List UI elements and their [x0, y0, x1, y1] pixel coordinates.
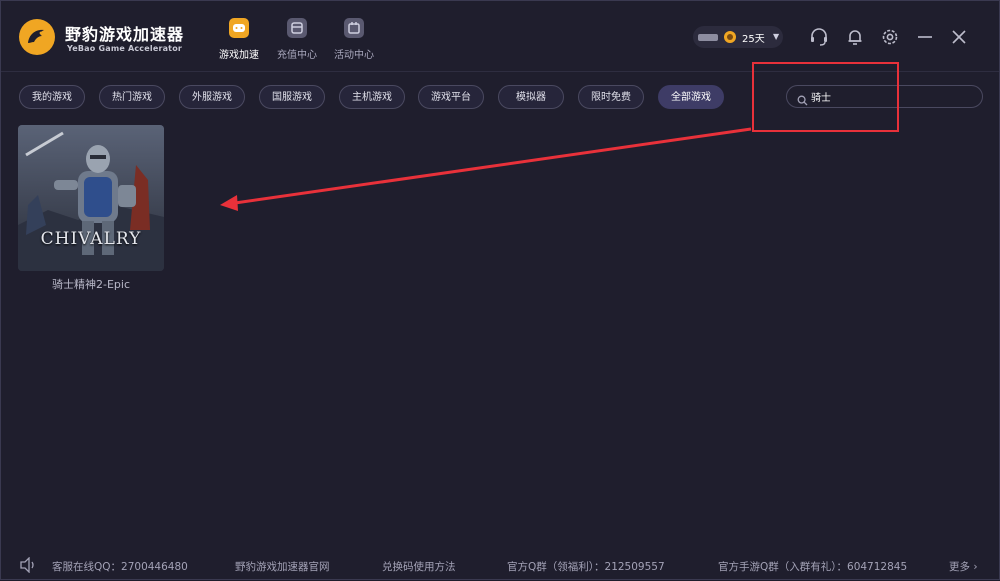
more-link[interactable]: 更多 ›: [949, 559, 978, 574]
tab-recharge[interactable]: 充值中心: [272, 15, 322, 63]
bell-icon[interactable]: [843, 25, 867, 49]
avatar: [698, 34, 718, 41]
official-site-link[interactable]: 野豹游戏加速器官网: [235, 559, 330, 574]
vip-icon: [724, 31, 736, 43]
speaker-icon[interactable]: [19, 556, 37, 576]
app-window: 野豹游戏加速器 YeBao Game Accelerator 游戏加速 充值中心…: [0, 0, 1000, 580]
more-label: 更多: [949, 561, 970, 573]
filter-free[interactable]: 限时免费: [578, 85, 644, 109]
headset-icon[interactable]: [807, 25, 831, 49]
app-title: 野豹游戏加速器: [65, 25, 185, 44]
app-subtitle: YeBao Game Accelerator: [67, 44, 183, 53]
gear-icon[interactable]: [878, 25, 902, 49]
game-title: 骑士精神2-Epic: [51, 278, 130, 291]
app-logo: [19, 19, 55, 55]
footer: 客服在线QQ：2700446480 野豹游戏加速器官网 兑换码使用方法 官方Q群…: [1, 555, 999, 579]
game-cover-image: CHIVALRY: [18, 125, 164, 271]
redeem-code-link[interactable]: 兑换码使用方法: [382, 559, 456, 574]
game-card[interactable]: CHIVALRY 骑士精神2-Epic: [18, 125, 164, 295]
filter-cn-games[interactable]: 国服游戏: [259, 85, 325, 109]
tab-game-boost[interactable]: 游戏加速: [214, 15, 264, 63]
wallet-icon: [287, 18, 307, 38]
tab-label: 活动中心: [334, 50, 374, 61]
tab-label: 游戏加速: [219, 50, 259, 61]
service-qq: 客服在线QQ：2700446480: [52, 561, 188, 573]
filter-emulators[interactable]: 模拟器: [498, 85, 564, 109]
filter-hot-games[interactable]: 热门游戏: [99, 85, 165, 109]
user-account-dropdown[interactable]: 25天 ▼: [693, 26, 783, 48]
official-qq-group: 官方Q群（领福利）：212509557: [507, 561, 665, 573]
minimize-icon[interactable]: [913, 25, 937, 49]
annotation-highlight-box: [752, 62, 899, 132]
game-cover-title: CHIVALRY: [40, 229, 142, 249]
mobile-qq-group: 官方手游Q群（入群有礼）：604712845: [718, 561, 908, 573]
filter-all-games[interactable]: 全部游戏: [658, 85, 724, 109]
chevron-right-icon: ›: [973, 561, 978, 573]
calendar-icon: [344, 18, 364, 38]
vip-days: 25天: [742, 34, 765, 45]
filter-my-games[interactable]: 我的游戏: [19, 85, 85, 109]
filter-overseas-games[interactable]: 外服游戏: [179, 85, 245, 109]
tab-events[interactable]: 活动中心: [329, 15, 379, 63]
filter-platforms[interactable]: 游戏平台: [418, 85, 484, 109]
close-icon[interactable]: [947, 25, 971, 49]
chevron-down-icon: ▼: [773, 32, 780, 41]
tab-label: 充值中心: [277, 50, 317, 61]
gamepad-icon: [229, 18, 249, 38]
filter-console-games[interactable]: 主机游戏: [339, 85, 405, 109]
